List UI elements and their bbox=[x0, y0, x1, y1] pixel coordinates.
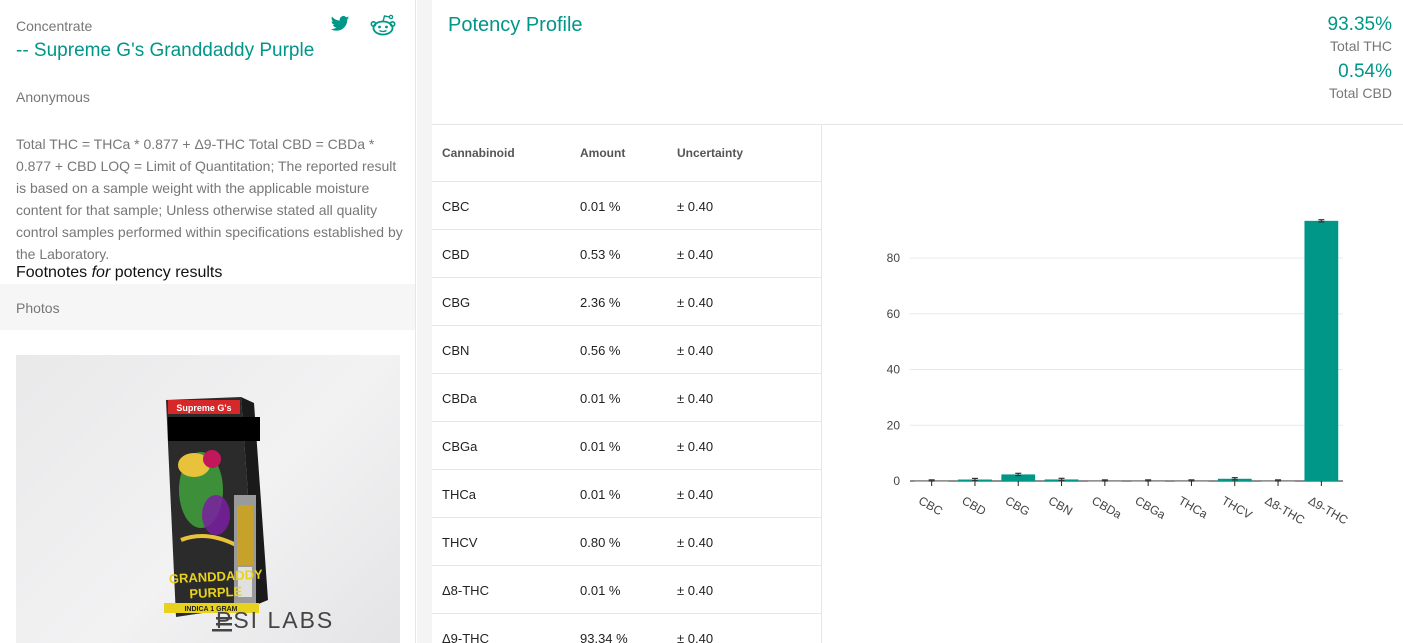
product-name[interactable]: -- Supreme G's Granddaddy Purple bbox=[16, 39, 316, 62]
table-row: CBGa 0.01 % ± 0.40 bbox=[432, 422, 821, 470]
x-tick-label: THCa bbox=[1176, 493, 1210, 521]
footnotes-heading-em: for bbox=[91, 264, 111, 281]
cell-cannabinoid: CBC bbox=[442, 199, 470, 214]
cell-uncertainty: ± 0.40 bbox=[677, 391, 714, 406]
column-header-amount[interactable]: Amount bbox=[580, 146, 625, 160]
cell-cannabinoid: Δ9-THC bbox=[442, 631, 489, 643]
cell-uncertainty: ± 0.40 bbox=[677, 247, 714, 262]
x-tick-label: CBN bbox=[1046, 493, 1075, 518]
sample-info-panel: Concentrate -- Supreme G's Granddaddy Pu… bbox=[0, 0, 416, 643]
producer-name: Anonymous bbox=[16, 89, 90, 105]
y-tick-label: 20 bbox=[887, 418, 901, 432]
footnotes-heading-post: potency results bbox=[110, 264, 223, 281]
photos-section-header: Photos bbox=[0, 284, 415, 330]
cell-amount: 93.34 % bbox=[580, 631, 628, 643]
cell-uncertainty: ± 0.40 bbox=[677, 199, 714, 214]
cell-uncertainty: ± 0.40 bbox=[677, 535, 714, 550]
cell-uncertainty: ± 0.40 bbox=[677, 343, 714, 358]
table-row: Δ8-THC 0.01 % ± 0.40 bbox=[432, 566, 821, 614]
column-header-uncertainty[interactable]: Uncertainty bbox=[677, 146, 743, 160]
product-package-image: Supreme G's GRANDDADDY PURPLE INDICA 1 G… bbox=[164, 397, 268, 632]
photos-label: Photos bbox=[16, 300, 60, 316]
cell-cannabinoid: CBGa bbox=[442, 439, 478, 454]
total-thc-value: 93.35% bbox=[1327, 14, 1392, 35]
table-row: CBG 2.36 % ± 0.40 bbox=[432, 278, 821, 326]
table-row: THCV 0.80 % ± 0.40 bbox=[432, 518, 821, 566]
cell-uncertainty: ± 0.40 bbox=[677, 439, 714, 454]
cell-uncertainty: ± 0.40 bbox=[677, 487, 714, 502]
cell-cannabinoid: THCa bbox=[442, 487, 476, 502]
footnotes-heading: Footnotes for potency results bbox=[16, 264, 222, 282]
potency-profile-title: Potency Profile bbox=[448, 14, 583, 36]
product-category: Concentrate bbox=[16, 18, 93, 34]
cell-cannabinoid: CBDa bbox=[442, 391, 477, 406]
cell-amount: 0.01 % bbox=[580, 199, 621, 214]
x-tick-label: THCV bbox=[1219, 493, 1254, 521]
total-cbd-value: 0.54% bbox=[1338, 61, 1392, 82]
chart-svg: 0 20 40 60 80 CBC CBD CBG CBN CBDa CBGa THCa THCV Δ8-… bbox=[887, 219, 1351, 527]
cell-amount: 0.01 % bbox=[580, 583, 621, 598]
x-tick-label: Δ9-THC bbox=[1306, 493, 1351, 527]
footnotes-heading-pre: Footnotes bbox=[16, 264, 92, 281]
x-tick-label: Δ8-THC bbox=[1263, 493, 1308, 527]
x-tick-label: CBG bbox=[1003, 493, 1033, 518]
y-tick-label: 80 bbox=[887, 251, 901, 265]
x-tick-label: CBDa bbox=[1089, 493, 1124, 521]
cell-amount: 0.56 % bbox=[580, 343, 621, 358]
y-tick-label: 0 bbox=[893, 474, 900, 488]
twitter-icon[interactable] bbox=[330, 14, 350, 39]
cell-cannabinoid: Δ8-THC bbox=[442, 583, 489, 598]
table-row: CBD 0.53 % ± 0.40 bbox=[432, 230, 821, 278]
footnotes-text: Total THC = THCa * 0.877 + Δ9-THC Total … bbox=[16, 136, 403, 262]
table-row: CBDa 0.01 % ± 0.40 bbox=[432, 374, 821, 422]
cell-amount: 0.80 % bbox=[580, 535, 621, 550]
bar bbox=[1304, 220, 1339, 481]
column-header-cannabinoid[interactable]: Cannabinoid bbox=[442, 146, 515, 160]
total-cbd-stat: 0.54% Total CBD bbox=[1329, 61, 1392, 101]
x-tick-label: CBGa bbox=[1133, 493, 1169, 522]
potency-bar-chart: 0 20 40 60 80 CBC CBD CBG CBN CBDa CBGa THCa THCV Δ8-… bbox=[823, 125, 1403, 643]
reddit-icon[interactable] bbox=[370, 14, 396, 41]
y-tick-label: 60 bbox=[887, 307, 901, 321]
cell-amount: 0.01 % bbox=[580, 439, 621, 454]
table-row: THCa 0.01 % ± 0.40 bbox=[432, 470, 821, 518]
package-name-text-2: PURPLE bbox=[189, 584, 243, 602]
table-header: Cannabinoid Amount Uncertainty bbox=[432, 125, 821, 182]
cannabinoid-table: Cannabinoid Amount Uncertainty CBC 0.01 %… bbox=[432, 125, 822, 643]
cell-cannabinoid: THCV bbox=[442, 535, 478, 550]
cell-cannabinoid: CBD bbox=[442, 247, 470, 262]
y-tick-label: 40 bbox=[887, 363, 901, 377]
psi-labs-watermark: PSI LABS bbox=[216, 607, 335, 633]
cell-uncertainty: ± 0.40 bbox=[677, 631, 714, 643]
x-tick-label: CBD bbox=[959, 493, 988, 518]
potency-panel: Potency Profile 93.35% Total THC 0.54% T… bbox=[432, 0, 1403, 643]
cell-cannabinoid: CBG bbox=[442, 295, 471, 310]
package-brand-text: Supreme G's bbox=[176, 403, 231, 413]
product-photo[interactable]: Supreme G's GRANDDADDY PURPLE INDICA 1 G… bbox=[16, 355, 400, 643]
cell-cannabinoid: CBN bbox=[442, 343, 470, 358]
cell-amount: 0.53 % bbox=[580, 247, 621, 262]
total-thc-stat: 93.35% Total THC bbox=[1328, 14, 1392, 54]
table-row: CBN 0.56 % ± 0.40 bbox=[432, 326, 821, 374]
cell-amount: 2.36 % bbox=[580, 295, 621, 310]
total-thc-label: Total THC bbox=[1330, 38, 1392, 54]
table-row: Δ9-THC 93.34 % ± 0.40 bbox=[432, 614, 821, 643]
cell-uncertainty: ± 0.40 bbox=[677, 295, 714, 310]
cell-uncertainty: ± 0.40 bbox=[677, 583, 714, 598]
total-cbd-label: Total CBD bbox=[1328, 85, 1392, 101]
cell-amount: 0.01 % bbox=[580, 487, 621, 502]
panel-divider bbox=[417, 0, 432, 643]
cell-amount: 0.01 % bbox=[580, 391, 621, 406]
x-tick-label: CBC bbox=[916, 493, 945, 518]
table-row: CBC 0.01 % ± 0.40 bbox=[432, 182, 821, 230]
